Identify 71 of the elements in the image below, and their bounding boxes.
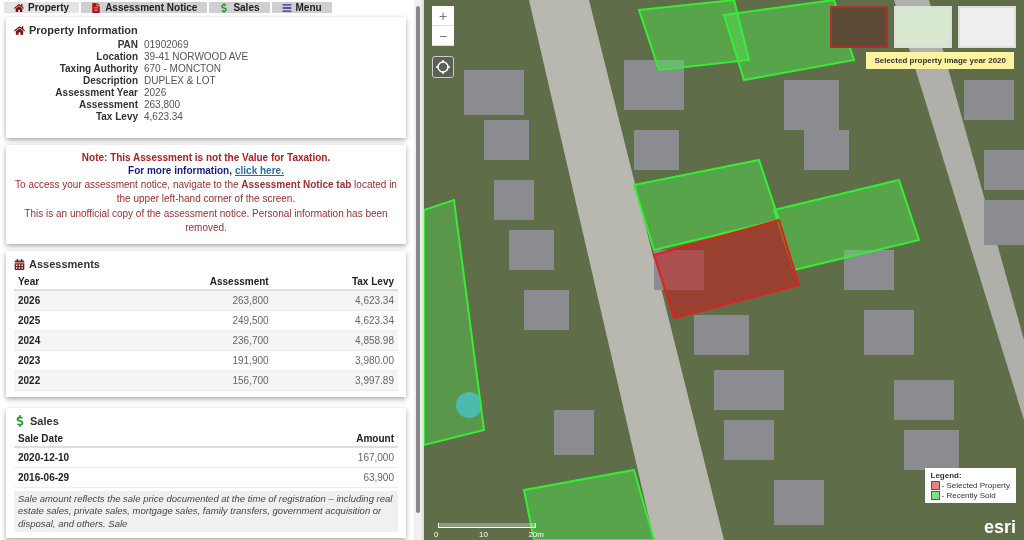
field-label: Location (95, 51, 138, 62)
field-label: Assessment Year (54, 87, 138, 98)
table-cell-text: 2024 (18, 335, 42, 346)
sale-note: Sale amount reflects the sale price documented at the time of registration – including real estate sales, private sales, mortgage sales, family transfers, government acquisition or disposal, and others. Sale (14, 491, 398, 533)
tab[interactable]: Property (4, 2, 80, 13)
click-here-link[interactable]: click here. (235, 165, 284, 176)
tab[interactable]: Assessment Notice (81, 2, 208, 13)
field-value: 2026 (144, 87, 168, 98)
field-value: 39-41 NORWOOD AVE (144, 51, 250, 62)
map-logo: esri (983, 517, 1016, 538)
table-cell-text: 2025 (18, 315, 42, 326)
table-cell-text: 4,858.98 (354, 335, 394, 346)
column-header: Amount (355, 432, 394, 444)
table-cell-text: 167,000 (356, 452, 394, 463)
column-header: Year (18, 275, 41, 287)
column-header: Tax Levy (350, 275, 394, 287)
basemap-thumbnail[interactable] (830, 6, 888, 48)
table-cell-text: 4,623.34 (354, 295, 394, 306)
field-label: Taxing Authority (58, 63, 138, 74)
column-header: Assessment (208, 275, 269, 287)
table-cell-text: 236,700 (231, 335, 269, 346)
column-header: Sale Date (18, 432, 65, 444)
notice-disclaimer: This is an unofficial copy of the assessment notice. Personal information has been removed. (23, 207, 389, 234)
table-cell-text: 156,700 (231, 375, 269, 386)
table-cell-text: 2023 (18, 355, 42, 366)
table-cell-text: 3,980.00 (354, 355, 394, 366)
scrollbar[interactable] (416, 6, 420, 513)
field-label: Assessment (78, 99, 138, 110)
legend-label: - Selected Property (941, 481, 1010, 490)
table-cell-text: 4,623.34 (354, 315, 394, 326)
locate-button[interactable] (432, 56, 454, 78)
more-info-text: For more information, (128, 165, 232, 176)
tab[interactable]: Menu (271, 2, 332, 13)
table-cell-text: 263,800 (231, 295, 269, 306)
field-label: Description (82, 75, 138, 86)
field-value: 01902069 (144, 39, 190, 50)
table-cell-text: 63,900 (362, 472, 394, 483)
tab[interactable]: Sales (209, 2, 270, 13)
dollar-icon (219, 2, 230, 13)
field-value: 4,623.34 (144, 111, 184, 122)
notice-heading: Note: This Assessment is not the Value for Taxation. (81, 152, 331, 163)
table-cell-text: 3,997.89 (354, 375, 394, 386)
field-label: PAN (116, 39, 138, 50)
dollar-icon (14, 415, 26, 427)
table-cell-text: 2016-06-29 (18, 472, 71, 483)
table-cell-text: 2022 (18, 375, 42, 386)
scale-label: 20m (528, 530, 544, 539)
field-label: Tax Levy (94, 111, 138, 122)
table-cell-text: 249,500 (231, 315, 269, 326)
field-value: 670 - MONCTON (144, 63, 223, 74)
document-icon (91, 2, 102, 13)
home-icon (14, 2, 24, 13)
crosshair-icon (436, 60, 450, 74)
zoom-in-button[interactable]: + (432, 6, 454, 26)
card-title: Sales (30, 415, 59, 427)
scale-label: 0 (434, 530, 439, 539)
scale-label: 10 (479, 530, 488, 539)
field-value: DUPLEX & LOT (144, 75, 217, 86)
field-value: 263,800 (144, 99, 182, 110)
calendar-icon (14, 258, 25, 270)
legend-title: Legend: (930, 471, 963, 480)
tooltip: Selected property image year 2020 (866, 52, 1014, 69)
card-title: Property Information (29, 24, 138, 36)
table-cell-text: 2020-12-10 (18, 452, 71, 463)
legend-label: - Recently Sold (941, 491, 996, 500)
menu-icon (281, 2, 292, 13)
table-cell-text: 191,900 (231, 355, 269, 366)
card-title: Assessments (29, 258, 100, 270)
home-icon (14, 24, 25, 36)
notice-instructions: To access your assessment notice, navigate to the Assessment Notice tab located in the upper left-hand corner of the screen. (14, 178, 398, 205)
table-cell-text: 2026 (18, 295, 42, 306)
